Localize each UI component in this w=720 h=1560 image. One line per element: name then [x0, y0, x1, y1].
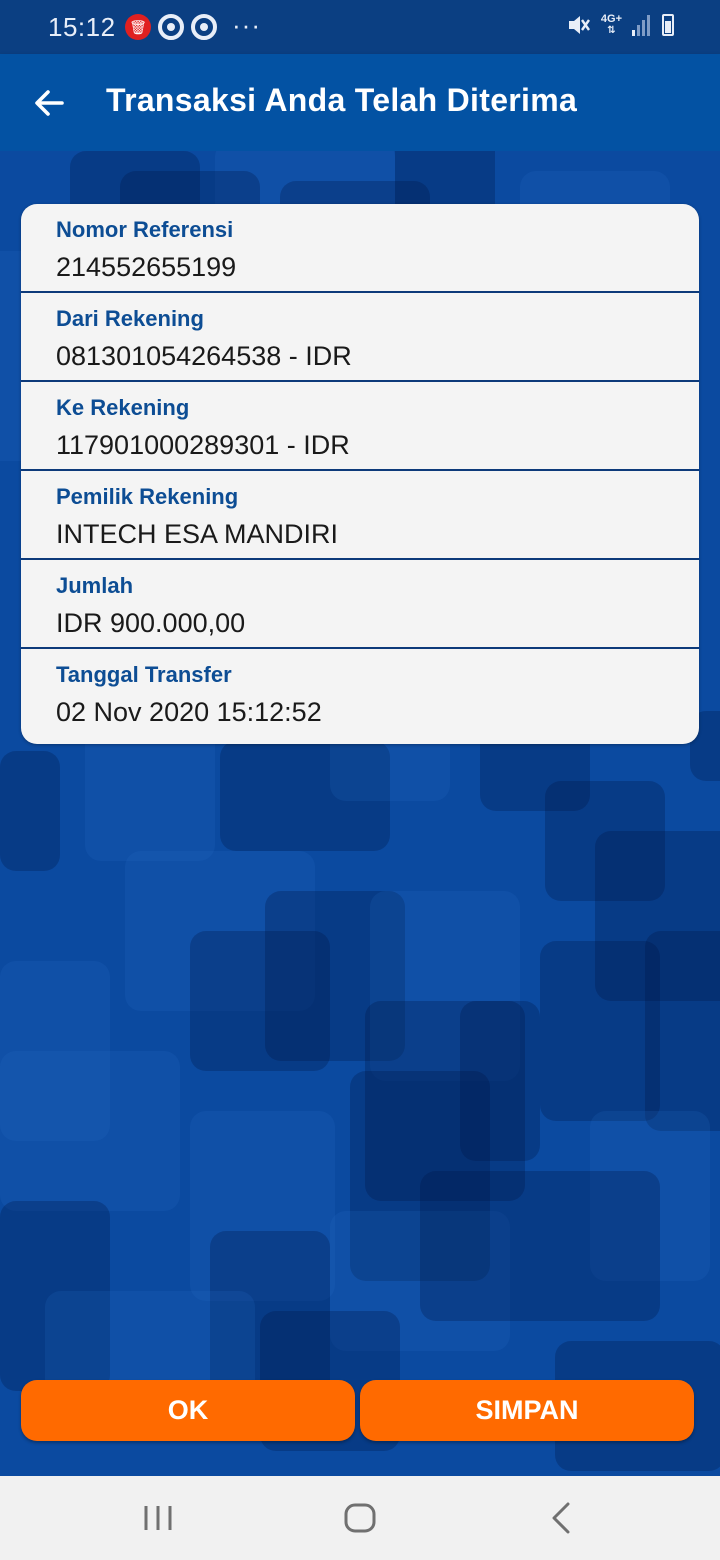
network-type-label: 4G+ [600, 13, 622, 25]
system-navigation-bar [0, 1476, 720, 1560]
app-notification-icon-2 [191, 14, 217, 40]
detail-label: Dari Rekening [56, 306, 204, 331]
detail-row-reference: Nomor Referensi 214552655199 [21, 204, 699, 293]
detail-value: 117901000289301 - IDR [56, 430, 350, 460]
detail-value: 214552655199 [56, 252, 237, 282]
trash-notification-icon: 🗑 [125, 14, 151, 40]
detail-value: IDR 900.000,00 [56, 608, 246, 638]
detail-label: Ke Rekening [56, 395, 190, 420]
detail-label: Pemilik Rekening [56, 484, 239, 509]
transaction-details-card: Nomor Referensi 214552655199 Dari Rekeni… [21, 204, 699, 744]
network-type-icon: 4G+ ⇅ [600, 13, 622, 37]
signal-icon [632, 14, 652, 36]
save-button[interactable]: SIMPAN [360, 1380, 694, 1441]
detail-row-transfer-date: Tanggal Transfer 02 Nov 2020 15:12:52 [21, 649, 699, 738]
detail-label: Jumlah [56, 573, 134, 598]
app-bar: Transaksi Anda Telah Diterima [0, 54, 720, 151]
app-notification-icon [158, 14, 184, 40]
status-bar: 15:12 🗑 ··· 4G+ ⇅ [0, 0, 720, 54]
system-back-icon[interactable] [542, 1498, 582, 1538]
recent-apps-icon[interactable] [138, 1498, 178, 1538]
detail-row-from-account: Dari Rekening 081301054264538 - IDR [21, 293, 699, 382]
home-icon[interactable] [340, 1498, 380, 1538]
detail-value: INTECH ESA MANDIRI [56, 519, 339, 549]
detail-label: Tanggal Transfer [56, 662, 232, 687]
ok-button[interactable]: OK [21, 1380, 355, 1441]
detail-row-amount: Jumlah IDR 900.000,00 [21, 560, 699, 649]
detail-row-to-account: Ke Rekening 117901000289301 - IDR [21, 382, 699, 471]
status-time: 15:12 [48, 12, 116, 42]
detail-label: Nomor Referensi [56, 217, 234, 242]
back-arrow-icon[interactable] [26, 80, 72, 126]
page-title: Transaksi Anda Telah Diterima [106, 82, 578, 118]
battery-icon [662, 14, 674, 36]
detail-value: 081301054264538 - IDR [56, 341, 352, 371]
detail-row-account-owner: Pemilik Rekening INTECH ESA MANDIRI [21, 471, 699, 560]
more-notifications-icon: ··· [232, 10, 261, 40]
detail-value: 02 Nov 2020 15:12:52 [56, 697, 322, 727]
mute-icon [567, 14, 591, 36]
